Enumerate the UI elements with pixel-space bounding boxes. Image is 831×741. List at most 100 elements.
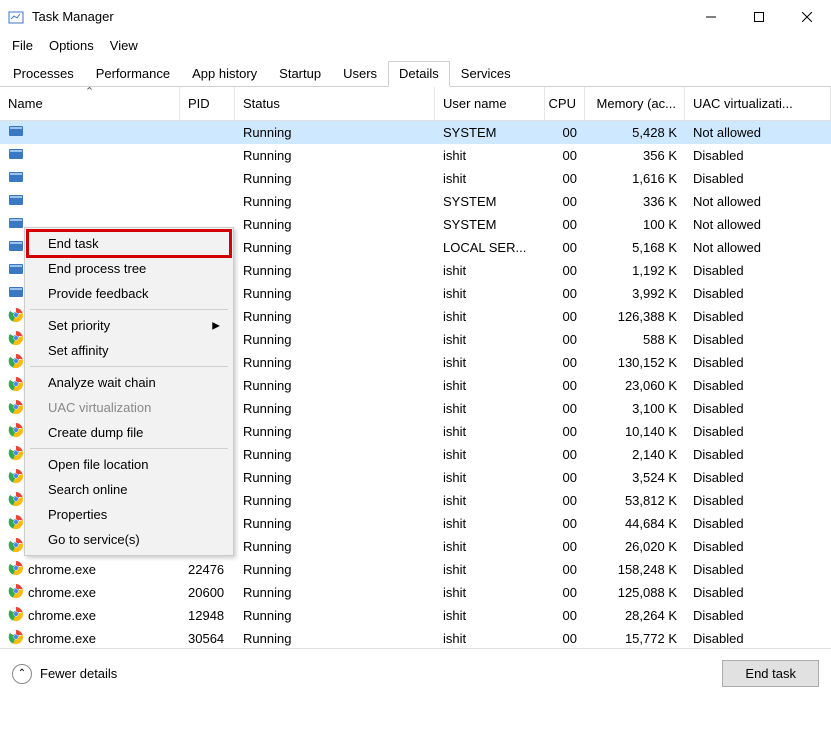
app-window-icon — [8, 146, 24, 165]
end-task-button[interactable]: End task — [722, 660, 819, 687]
column-name[interactable]: Name — [0, 87, 180, 120]
menu-options[interactable]: Options — [41, 36, 102, 55]
cell-mem: 26,020 K — [585, 539, 685, 554]
cell-user: ishit — [435, 470, 545, 485]
table-header: Name PID Status User name CPU Memory (ac… — [0, 87, 831, 121]
tab-performance[interactable]: Performance — [85, 61, 181, 86]
app-window-icon — [8, 284, 24, 303]
tab-services[interactable]: Services — [450, 61, 522, 86]
context-menu-set-affinity[interactable]: Set affinity — [28, 338, 230, 363]
chrome-icon — [8, 583, 24, 602]
cell-status: Running — [235, 585, 435, 600]
app-window-icon — [8, 123, 24, 142]
cell-mem: 3,100 K — [585, 401, 685, 416]
cell-status: Running — [235, 608, 435, 623]
menu-file[interactable]: File — [4, 36, 41, 55]
context-menu-go-to-service-s-[interactable]: Go to service(s) — [28, 527, 230, 552]
cell-user: SYSTEM — [435, 194, 545, 209]
cell-uac: Disabled — [685, 355, 831, 370]
column-cpu[interactable]: CPU — [545, 87, 585, 120]
table-row[interactable]: Runningishit001,616 KDisabled — [0, 167, 831, 190]
column-uac[interactable]: UAC virtualizati... — [685, 87, 831, 120]
cell-mem: 5,168 K — [585, 240, 685, 255]
close-button[interactable] — [783, 0, 831, 33]
column-status[interactable]: Status — [235, 87, 435, 120]
context-menu-properties[interactable]: Properties — [28, 502, 230, 527]
cell-mem: 5,428 K — [585, 125, 685, 140]
cell-status: Running — [235, 562, 435, 577]
maximize-button[interactable] — [735, 0, 783, 33]
tab-processes[interactable]: Processes — [2, 61, 85, 86]
column-pid[interactable]: PID — [180, 87, 235, 120]
cell-status: Running — [235, 470, 435, 485]
tab-app-history[interactable]: App history — [181, 61, 268, 86]
cell-uac: Disabled — [685, 148, 831, 163]
cell-user: ishit — [435, 608, 545, 623]
minimize-button[interactable] — [687, 0, 735, 33]
cell-uac: Not allowed — [685, 194, 831, 209]
cell-user: ishit — [435, 401, 545, 416]
fewer-details-toggle[interactable]: ⌃ Fewer details — [12, 664, 117, 684]
cell-mem: 15,772 K — [585, 631, 685, 646]
context-menu-separator — [30, 448, 228, 449]
context-menu-set-priority[interactable]: Set priority▶ — [28, 313, 230, 338]
context-menu-open-file-location[interactable]: Open file location — [28, 452, 230, 477]
cell-uac: Disabled — [685, 424, 831, 439]
context-menu-create-dump-file[interactable]: Create dump file — [28, 420, 230, 445]
cell-cpu: 00 — [545, 493, 585, 508]
tab-users[interactable]: Users — [332, 61, 388, 86]
context-menu-separator — [30, 309, 228, 310]
chrome-icon — [8, 307, 24, 326]
cell-user: ishit — [435, 631, 545, 646]
cell-status: Running — [235, 309, 435, 324]
chrome-icon — [8, 491, 24, 510]
chrome-icon — [8, 422, 24, 441]
column-username[interactable]: User name — [435, 87, 545, 120]
cell-uac: Disabled — [685, 493, 831, 508]
cell-status: Running — [235, 447, 435, 462]
cell-cpu: 00 — [545, 263, 585, 278]
tab-details[interactable]: Details — [388, 61, 450, 87]
cell-user: ishit — [435, 332, 545, 347]
chevron-right-icon: ▶ — [212, 320, 220, 331]
column-memory[interactable]: Memory (ac... — [585, 87, 685, 120]
context-menu-analyze-wait-chain[interactable]: Analyze wait chain — [28, 370, 230, 395]
cell-cpu: 00 — [545, 332, 585, 347]
cell-uac: Disabled — [685, 539, 831, 554]
cell-user: ishit — [435, 355, 545, 370]
cell-cpu: 00 — [545, 562, 585, 577]
cell-status: Running — [235, 217, 435, 232]
cell-name: chrome.exe — [28, 631, 96, 646]
cell-status: Running — [235, 125, 435, 140]
table-row[interactable]: chrome.exe22476Runningishit00158,248 KDi… — [0, 558, 831, 581]
context-menu-end-process-tree[interactable]: End process tree — [28, 256, 230, 281]
table-row[interactable]: RunningSYSTEM005,428 KNot allowed — [0, 121, 831, 144]
cell-user: ishit — [435, 171, 545, 186]
context-menu-end-task[interactable]: End task — [28, 231, 230, 256]
app-window-icon — [8, 192, 24, 211]
cell-mem: 10,140 K — [585, 424, 685, 439]
cell-cpu: 00 — [545, 447, 585, 462]
cell-mem: 23,060 K — [585, 378, 685, 393]
table-row[interactable]: chrome.exe20600Runningishit00125,088 KDi… — [0, 581, 831, 604]
cell-name: chrome.exe — [28, 585, 96, 600]
cell-uac: Disabled — [685, 401, 831, 416]
table-row[interactable]: chrome.exe12948Runningishit0028,264 KDis… — [0, 604, 831, 627]
menu-view[interactable]: View — [102, 36, 146, 55]
context-menu-provide-feedback[interactable]: Provide feedback — [28, 281, 230, 306]
context-menu-search-online[interactable]: Search online — [28, 477, 230, 502]
cell-cpu: 00 — [545, 470, 585, 485]
table-row[interactable]: Runningishit00356 KDisabled — [0, 144, 831, 167]
cell-mem: 28,264 K — [585, 608, 685, 623]
tab-startup[interactable]: Startup — [268, 61, 332, 86]
cell-status: Running — [235, 355, 435, 370]
cell-mem: 158,248 K — [585, 562, 685, 577]
cell-cpu: 00 — [545, 631, 585, 646]
cell-uac: Disabled — [685, 332, 831, 347]
table-row[interactable]: RunningSYSTEM00336 KNot allowed — [0, 190, 831, 213]
table-row[interactable]: chrome.exe30564Runningishit0015,772 KDis… — [0, 627, 831, 648]
cell-status: Running — [235, 332, 435, 347]
cell-user: ishit — [435, 516, 545, 531]
cell-user: ishit — [435, 263, 545, 278]
chrome-icon — [8, 468, 24, 487]
